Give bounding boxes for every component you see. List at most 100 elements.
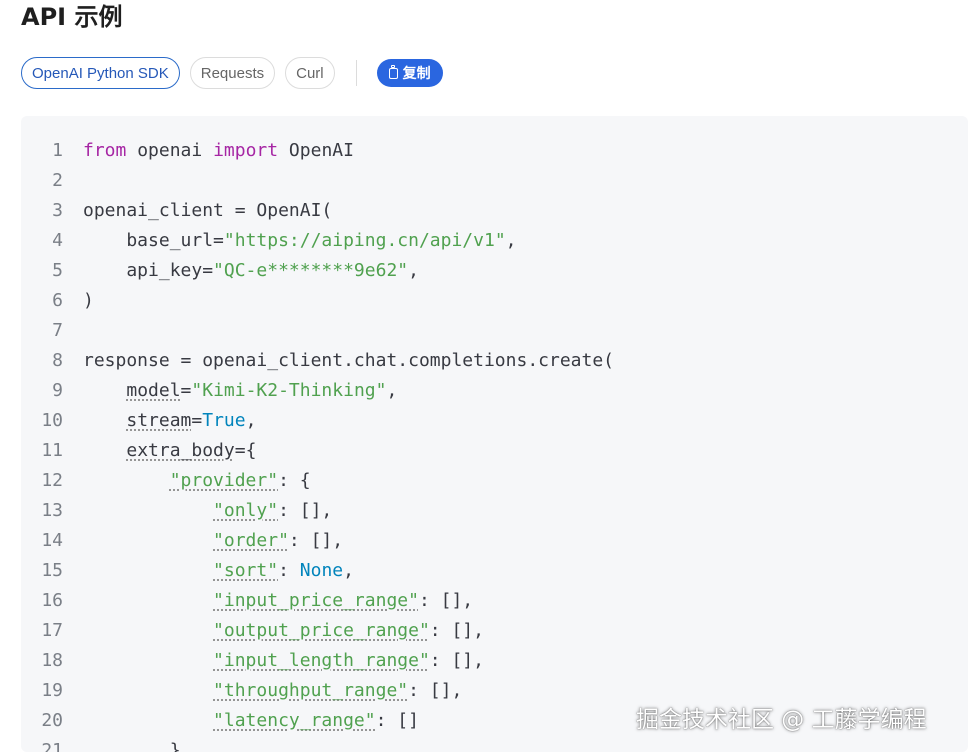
tab-requests[interactable]: Requests — [189, 57, 276, 89]
code-line: 17 "output_price_range": [], — [21, 616, 614, 646]
line-number: 8 — [52, 350, 63, 371]
line-number: 13 — [41, 500, 63, 521]
code-token: "sort" — [213, 560, 279, 581]
code-line: 14 "order": [], — [21, 526, 614, 556]
line-number: 3 — [52, 200, 63, 221]
code-line: 2 — [21, 166, 614, 196]
line-number: 1 — [52, 140, 63, 161]
code-line: 3 openai_client = OpenAI( — [21, 196, 614, 226]
code-token: "QC-e********9e62" — [213, 260, 409, 281]
code-token: "latency_range" — [213, 710, 376, 731]
code-token: : [] — [375, 710, 419, 731]
copy-button-label: 复制 — [402, 65, 431, 81]
code-block[interactable]: 1 from openai import OpenAI 2 3 openai_clien… — [21, 116, 968, 752]
code-token: from — [83, 140, 127, 161]
code-line: 9 model="Kimi-K2-Thinking", — [21, 376, 614, 406]
line-number: 19 — [41, 680, 63, 701]
line-number: 21 — [41, 740, 63, 752]
tab-openai-python-sdk[interactable]: OpenAI Python SDK — [21, 57, 180, 89]
tab-curl[interactable]: Curl — [285, 57, 335, 89]
tab-divider — [355, 60, 357, 86]
code-token: , — [505, 230, 517, 251]
code-token: extra_body — [126, 440, 235, 461]
line-number: 4 — [52, 230, 63, 251]
code-line: 19 "throughput_range": [], — [21, 676, 614, 706]
code-token: model — [126, 380, 181, 401]
code-token: "Kimi-K2-Thinking" — [191, 380, 387, 401]
line-number: 20 — [41, 710, 63, 731]
code-token: : — [278, 560, 300, 581]
copy-button[interactable]: 复制 — [376, 59, 443, 87]
line-number: 16 — [41, 590, 63, 611]
code-token: : [], — [278, 500, 333, 521]
code-line: 7 — [21, 316, 614, 346]
page-title: API 示例 — [21, 3, 123, 31]
code-token: "only" — [213, 500, 279, 521]
code-language-tabs: OpenAI Python SDK Requests Curl 复制 — [21, 57, 443, 89]
code-token: "order" — [213, 530, 289, 551]
code-token: , — [408, 260, 419, 281]
code-line: 11 extra_body={ — [21, 436, 614, 466]
code-line: 21 } — [21, 736, 614, 752]
clipboard-icon — [388, 64, 398, 79]
code-token: "input_length_range" — [213, 650, 430, 671]
line-number: 7 — [52, 320, 63, 341]
code-token: : [], — [418, 590, 474, 611]
code-token: , — [386, 380, 398, 401]
code-token: "input_price_range" — [213, 590, 419, 611]
code-line: 16 "input_price_range": [], — [21, 586, 614, 616]
code-token: "throughput_range" — [213, 680, 409, 701]
code-token: OpenAI — [278, 140, 354, 161]
code-token: : [], — [429, 620, 484, 641]
code-token: openai_client = OpenAI( — [83, 200, 333, 221]
code-token: "provider" — [169, 470, 279, 491]
code-token: import — [213, 140, 279, 161]
code-token: stream — [126, 410, 192, 431]
code-line: 12 "provider": { — [21, 466, 614, 496]
line-number: 10 — [41, 410, 63, 431]
code-token: None — [299, 560, 344, 581]
line-number: 15 — [41, 560, 63, 581]
code-line: 15 "sort": None, — [21, 556, 614, 586]
code-token: : [], — [429, 650, 484, 671]
code-lines: 1 from openai import OpenAI 2 3 openai_clien… — [21, 136, 614, 752]
code-line: 13 "only": [], — [21, 496, 614, 526]
code-line: 10 stream=True, — [21, 406, 614, 436]
line-number: 17 — [41, 620, 63, 641]
code-token: } — [83, 740, 181, 752]
line-number: 12 — [41, 470, 63, 491]
code-token: ={ — [234, 440, 257, 461]
code-token: "https://aiping.cn/api/v1" — [223, 230, 506, 251]
code-token: : { — [278, 470, 311, 491]
code-token: api_key= — [83, 260, 214, 281]
line-number: 18 — [41, 650, 63, 671]
code-line: 6) — [21, 286, 614, 316]
line-number: 9 — [52, 380, 63, 401]
line-number: 6 — [52, 290, 63, 311]
code-token: "output_price_range" — [213, 620, 430, 641]
code-line: 4 base_url="https://aiping.cn/api/v1", — [21, 226, 614, 256]
code-token: True — [202, 410, 246, 431]
code-line: 1 from openai import OpenAI — [21, 136, 614, 166]
code-line: 8 response = openai_client.chat.completio… — [21, 346, 614, 376]
code-token: , — [343, 560, 354, 581]
line-number: 5 — [52, 260, 63, 281]
code-token: = — [180, 380, 192, 401]
code-token: : [], — [408, 680, 463, 701]
code-token: openai — [126, 140, 214, 161]
code-token: response = openai_client.chat.completion… — [83, 350, 615, 371]
watermark: 掘金技术社区 @ 工藤学编程 — [636, 707, 927, 733]
code-line: 18 "input_length_range": [], — [21, 646, 614, 676]
code-line: 20 "latency_range": [] — [21, 706, 614, 736]
